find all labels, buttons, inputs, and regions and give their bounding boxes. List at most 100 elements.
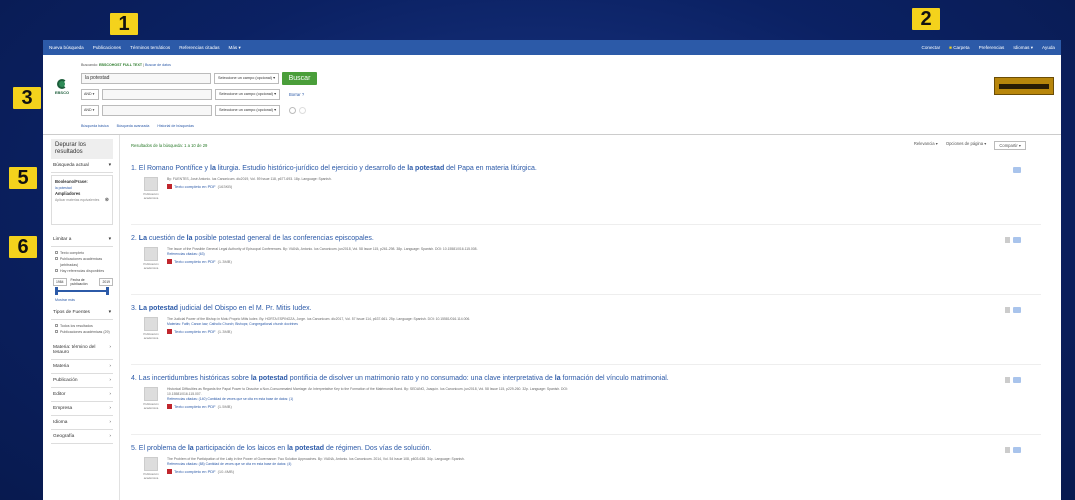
nav-publications[interactable]: Publicaciones: [93, 45, 121, 50]
share-button[interactable]: Compartir ▾: [994, 140, 1026, 150]
nav-sign-in[interactable]: Conectar: [922, 45, 941, 50]
preview-icon[interactable]: [1005, 307, 1010, 313]
remove-row-icon[interactable]: [299, 107, 307, 114]
search-input[interactable]: la potestad: [81, 73, 211, 84]
pdf-icon: [167, 184, 172, 189]
bool-select-2[interactable]: AND ▾: [81, 89, 99, 100]
nav-subject-terms[interactable]: Términos temáticos: [130, 45, 170, 50]
result-cited-references[interactable]: Materias: Faith; Canon law; Catholic Chu…: [167, 322, 597, 327]
add-to-folder-icon[interactable]: [1013, 237, 1021, 243]
result-type[interactable]: Publicación académica: [141, 317, 161, 347]
pdf-icon: [167, 259, 172, 264]
result-type[interactable]: Publicación académica: [141, 247, 161, 277]
facet-geography[interactable]: Geografía ›: [51, 430, 113, 444]
nav-languages[interactable]: Idiomas ▾: [1013, 45, 1033, 51]
source-academic-checkbox[interactable]: Publicaciones académicas (29): [55, 329, 113, 335]
help-icon[interactable]: ?: [302, 92, 304, 97]
facet-publication[interactable]: Publicación ›: [51, 374, 113, 388]
basic-search-link[interactable]: Búsqueda básica: [81, 124, 109, 128]
pdf-full-text-link[interactable]: Texto completo en PDF (1.5MB): [167, 404, 597, 409]
nav-languages-label: Idiomas: [1013, 44, 1030, 50]
choose-databases-link[interactable]: Buscar de datos: [145, 63, 171, 67]
preview-icon[interactable]: [1005, 237, 1010, 243]
relevance-select[interactable]: Relevancia ▾: [914, 141, 938, 150]
result-title[interactable]: 4. Las incertidumbres históricas sobre l…: [131, 365, 1041, 382]
field-select-1[interactable]: Seleccione un campo (opcional) ▾: [214, 73, 280, 84]
limit-scholarly-checkbox[interactable]: Publicaciones académicas (arbitradas): [55, 256, 113, 268]
pdf-full-text-link[interactable]: Texto completo en PDF (163KB): [167, 184, 597, 189]
search-links: Búsqueda básica Búsqueda avanzada Histor…: [81, 124, 194, 128]
date-to-input[interactable]: 2019: [99, 278, 113, 286]
nav-folder[interactable]: ■ Carpeta: [949, 45, 969, 50]
result-title[interactable]: 5. El problema de la participación de lo…: [131, 435, 1041, 452]
clear-link[interactable]: Borrar ?: [289, 92, 304, 97]
result-title-highlight: la potestad: [407, 165, 445, 172]
nav-help[interactable]: Ayuda: [1042, 45, 1055, 50]
institution-banner[interactable]: [994, 77, 1054, 95]
preview-icon[interactable]: [1005, 377, 1010, 383]
result-title-part: judicial del Obispo en el M. Pr. Mitis I…: [178, 305, 312, 312]
result-cited-references[interactable]: Referencias citadas: (88) Cantidad de ve…: [167, 462, 597, 467]
search-meta: Buscando: EBSCOHOST FULL TEXT | Buscar d…: [81, 63, 171, 67]
search-input-3[interactable]: [102, 105, 212, 116]
facet-language[interactable]: Idioma ›: [51, 416, 113, 430]
result-type[interactable]: Publicación académica: [141, 387, 161, 417]
result-type-label: Publicación académica: [143, 192, 159, 200]
search-button[interactable]: Buscar: [282, 72, 318, 85]
result-title[interactable]: 3. La potestad judicial del Obispo en el…: [131, 295, 1041, 312]
preview-icon[interactable]: [1005, 447, 1010, 453]
result-type[interactable]: Publicación académica: [141, 457, 161, 487]
pdf-full-text-link[interactable]: Texto completo en PDF (1.3MB): [167, 329, 597, 334]
relevance-label: Relevancia: [913, 140, 935, 146]
facet-subject[interactable]: Materia ›: [51, 360, 113, 374]
result-cited-references[interactable]: Referencias citadas: (63): [167, 252, 597, 257]
result-actions: [1013, 167, 1021, 173]
pdf-icon: [167, 404, 172, 409]
result-cited-references[interactable]: Referencias citadas: (140) Cantidad de v…: [167, 397, 597, 402]
result-title[interactable]: 1. El Romano Pontífice y la liturgia. Es…: [131, 155, 1041, 172]
nav-cited-references[interactable]: Referencias citadas: [179, 45, 219, 50]
pdf-full-text-link[interactable]: Texto completo en PDF (10.4MB): [167, 469, 597, 474]
date-slider[interactable]: [55, 287, 109, 295]
refine-sidebar: Depurar los resultados Búsqueda actual ▾ …: [43, 135, 120, 500]
facet-thesaurus[interactable]: Materia: término del tesauro ›: [51, 341, 113, 360]
pdf-link-label: Texto completo en PDF: [174, 259, 216, 264]
pdf-icon: [167, 329, 172, 334]
result-type-label: Publicación académica: [143, 402, 159, 410]
limit-to-header[interactable]: Limitar a ▾: [51, 233, 113, 247]
source-types-header[interactable]: Tipos de Fuentes ▾: [51, 306, 113, 320]
add-to-folder-icon[interactable]: [1013, 447, 1021, 453]
nav-new-search[interactable]: Nueva búsqueda: [49, 45, 84, 50]
result-title[interactable]: 2. La cuestión de la posible potestad ge…: [131, 225, 1041, 242]
facet-publisher[interactable]: Editor ›: [51, 388, 113, 402]
date-from-input[interactable]: 1984: [53, 278, 67, 286]
page-options-select[interactable]: Opciones de página ▾: [946, 141, 987, 150]
result-type[interactable]: Publicación académica: [141, 177, 161, 207]
field-select-2[interactable]: Seleccione un campo (opcional) ▾: [215, 89, 281, 100]
add-to-folder-icon[interactable]: [1013, 307, 1021, 313]
bool-select-3[interactable]: AND ▾: [81, 105, 99, 116]
add-row-icon[interactable]: [289, 107, 297, 114]
result-title-part: El Romano Pontífice y: [138, 165, 210, 172]
chevron-right-icon: ›: [109, 345, 111, 350]
field-select-2-label: Seleccione un campo (opcional): [219, 92, 274, 96]
pdf-full-text-link[interactable]: Texto completo en PDF (1.3MB): [167, 259, 597, 264]
search-area: EBSCO Buscando: EBSCOHOST FULL TEXT | Bu…: [43, 55, 1061, 135]
close-icon[interactable]: ⊗: [105, 197, 109, 203]
nav-more[interactable]: Más ▾: [229, 45, 241, 51]
chevron-down-icon: ▾: [238, 44, 241, 50]
current-search-header[interactable]: Búsqueda actual ▾: [51, 159, 113, 173]
limit-references-checkbox[interactable]: Hay referencias disponibles: [55, 268, 113, 274]
result-actions: [1005, 447, 1021, 453]
show-more-link[interactable]: Mostrar más: [55, 298, 113, 302]
clear-label: Borrar: [289, 92, 301, 97]
nav-preferences[interactable]: Preferencias: [979, 45, 1005, 50]
field-select-3[interactable]: Seleccione un campo (opcional) ▾: [215, 105, 281, 116]
search-input-2[interactable]: [102, 89, 212, 100]
add-to-folder-icon[interactable]: [1013, 377, 1021, 383]
facet-company[interactable]: Empresa ›: [51, 402, 113, 416]
pdf-size: (1.5MB): [217, 404, 232, 409]
add-to-folder-icon[interactable]: [1013, 167, 1021, 173]
advanced-search-link[interactable]: Búsqueda avanzada: [117, 124, 150, 128]
search-history-link[interactable]: Historial de búsquedas: [157, 124, 194, 128]
